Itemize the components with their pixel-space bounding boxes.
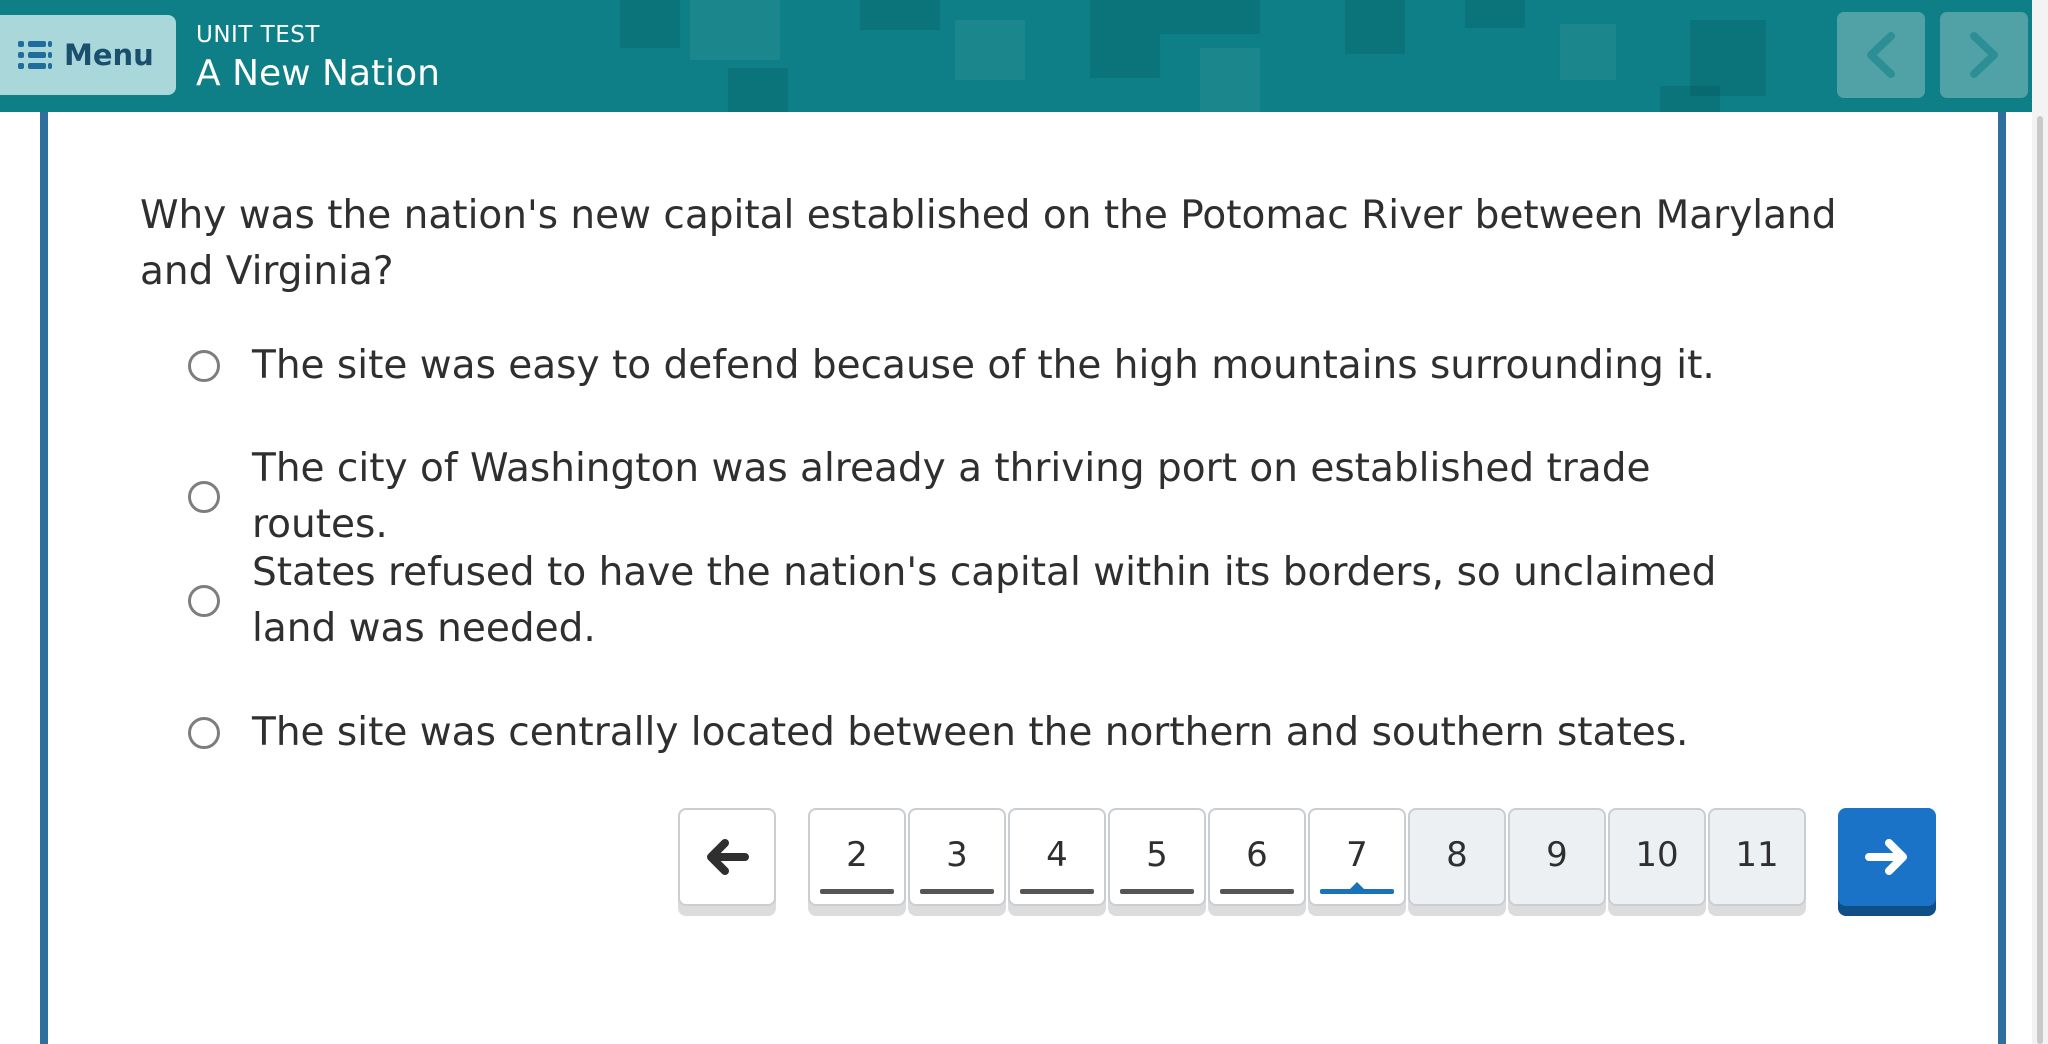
arrow-right-icon <box>1865 839 1907 875</box>
question-page-10[interactable]: 10 <box>1608 808 1706 906</box>
previous-activity-button[interactable] <box>1837 12 1925 98</box>
question-page-8[interactable]: 8 <box>1408 808 1506 906</box>
answered-indicator <box>820 889 894 894</box>
answered-indicator <box>1220 889 1294 894</box>
radio-button[interactable] <box>188 481 220 513</box>
answered-indicator <box>920 889 994 894</box>
answered-indicator <box>1020 889 1094 894</box>
radio-button[interactable] <box>188 350 220 382</box>
header-texture <box>860 0 940 30</box>
chevron-left-icon <box>1867 32 1895 78</box>
header-texture <box>955 20 1025 80</box>
header-texture <box>1345 0 1405 54</box>
header-texture <box>1160 0 1260 34</box>
question-page-7-current[interactable]: 7 <box>1308 808 1406 906</box>
question-page-6[interactable]: 6 <box>1208 808 1306 906</box>
scrollbar-thumb[interactable] <box>2037 116 2043 1044</box>
arrow-left-icon <box>707 839 749 875</box>
next-question-button[interactable] <box>1838 808 1936 906</box>
menu-label: Menu <box>64 38 154 72</box>
answer-option-1[interactable]: The site was easy to defend because of t… <box>188 338 1808 394</box>
answer-option-2[interactable]: The city of Washington was already a thr… <box>188 441 1808 553</box>
radio-button[interactable] <box>188 585 220 617</box>
unit-kicker: UNIT TEST <box>196 22 320 48</box>
question-text: Why was the nation's new capital establi… <box>140 193 1837 294</box>
page-number: 7 <box>1346 835 1368 875</box>
question-page-5[interactable]: 5 <box>1108 808 1206 906</box>
question-page-3[interactable]: 3 <box>908 808 1006 906</box>
header-texture <box>1660 86 1720 112</box>
menu-button[interactable]: Menu <box>0 15 176 95</box>
header-texture <box>1200 48 1260 112</box>
current-indicator <box>1320 889 1394 894</box>
page-number: 4 <box>1046 835 1068 875</box>
answer-option-4[interactable]: The site was centrally located between t… <box>188 705 1808 761</box>
answer-option-3[interactable]: States refused to have the nation's capi… <box>188 545 1808 657</box>
answer-option-text: States refused to have the nation's capi… <box>252 550 1717 651</box>
page-number: 11 <box>1735 835 1779 875</box>
page-scrollbar[interactable] <box>2032 0 2048 1044</box>
page-number: 2 <box>846 835 868 875</box>
page-number: 6 <box>1246 835 1268 875</box>
top-header: Menu UNIT TEST A New Nation <box>0 0 2048 112</box>
page-number: 10 <box>1635 835 1679 875</box>
content-frame-right-border <box>1998 112 2006 1044</box>
header-texture <box>1560 24 1616 80</box>
header-texture <box>690 0 780 60</box>
page-number: 8 <box>1446 835 1468 875</box>
page-number: 5 <box>1146 835 1168 875</box>
answer-option-text: The site was easy to defend because of t… <box>252 343 1715 388</box>
title-block: UNIT TEST A New Nation <box>196 20 440 98</box>
header-texture <box>728 68 788 112</box>
question-page-4[interactable]: 4 <box>1008 808 1106 906</box>
page-number: 9 <box>1546 835 1568 875</box>
next-activity-button[interactable] <box>1940 12 2028 98</box>
page-title: A New Nation <box>196 53 440 94</box>
list-menu-icon <box>18 41 52 69</box>
answer-option-text: The city of Washington was already a thr… <box>252 446 1651 547</box>
chevron-right-icon <box>1970 32 1998 78</box>
page-number: 3 <box>946 835 968 875</box>
question-page-9[interactable]: 9 <box>1508 808 1606 906</box>
content-frame-left-border <box>40 112 48 1044</box>
radio-button[interactable] <box>188 717 220 749</box>
answer-option-text: The site was centrally located between t… <box>252 710 1689 755</box>
header-texture <box>1090 0 1160 78</box>
header-texture <box>1690 20 1766 96</box>
header-texture <box>1465 0 1525 28</box>
question-page-11[interactable]: 11 <box>1708 808 1806 906</box>
question-page-2[interactable]: 2 <box>808 808 906 906</box>
previous-question-button[interactable] <box>678 808 776 906</box>
answered-indicator <box>1120 889 1194 894</box>
header-texture <box>620 0 680 48</box>
